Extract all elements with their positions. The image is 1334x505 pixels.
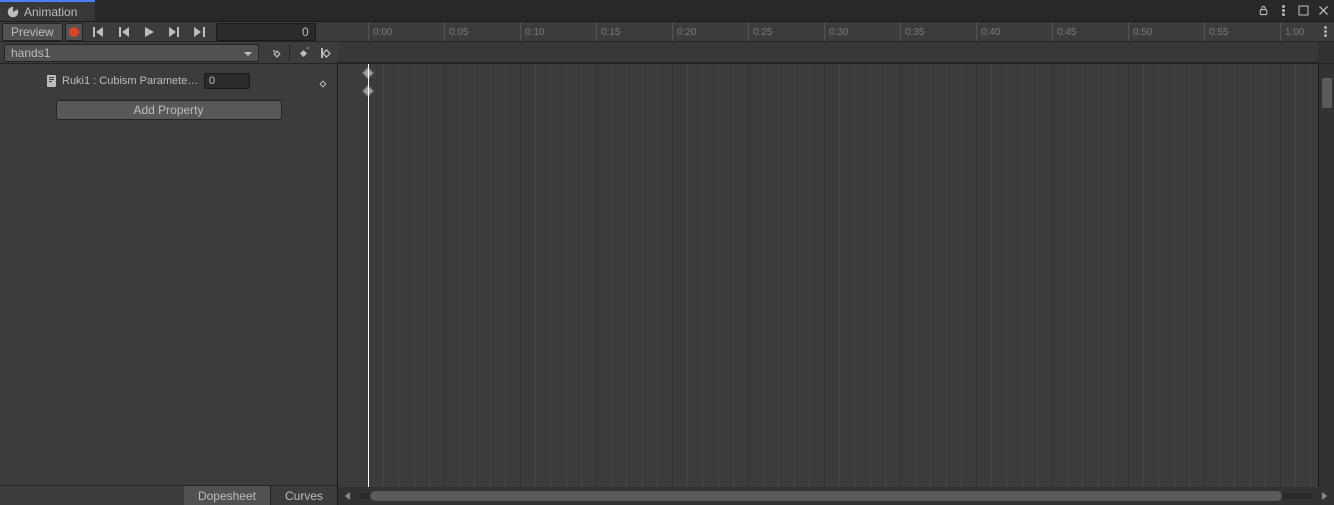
filter-by-selection-button[interactable] [265,44,287,62]
script-icon [46,75,58,87]
ruler-tick: 0:20 [672,22,696,42]
lock-icon[interactable] [1254,2,1272,20]
pie-icon [6,5,20,19]
add-event-button[interactable] [314,44,336,62]
scroll-left-button[interactable] [340,489,356,503]
record-button[interactable] [65,23,83,41]
record-icon [69,27,79,37]
ruler-tick: 0:55 [1204,22,1228,42]
clip-dropdown[interactable]: hands1 [4,44,259,62]
ruler-tick: 0:40 [976,22,1000,42]
kebab-icon[interactable] [1274,2,1292,20]
ruler-tick: 0:45 [1052,22,1076,42]
scroll-right-button[interactable] [1316,489,1332,503]
last-frame-button[interactable] [187,23,212,41]
add-property-button[interactable]: Add Property [56,100,282,120]
ruler-tick: 0:00 [368,22,392,42]
curves-tab[interactable]: Curves [271,486,337,505]
dope-track-area[interactable] [338,64,1334,487]
tab-title: Animation [24,5,77,19]
horizontal-scrollbar[interactable] [370,491,1282,501]
ruler-tick: 0:50 [1128,22,1152,42]
ruler-tick: 0:05 [444,22,468,42]
event-track[interactable] [338,42,1318,63]
timeline-options-icon[interactable] [1316,23,1334,41]
ruler[interactable]: 0:00 0:05 0:10 0:15 0:20 0:25 0:30 0:35 0:40 0:45… [338,22,1316,42]
ruler-tick: 0:25 [748,22,772,42]
maximize-icon[interactable] [1294,2,1312,20]
ruler-tick: 0:10 [520,22,544,42]
play-button[interactable] [137,23,162,41]
ruler-tick: 0:35 [900,22,924,42]
property-label: Ruki1 : Cubism Parameter.Valu [62,75,200,87]
ruler-tick: 1:00 [1280,22,1304,42]
first-frame-button[interactable] [87,23,112,41]
close-icon[interactable] [1314,2,1332,20]
vertical-scrollbar[interactable] [1322,78,1332,108]
dopesheet-tab[interactable]: Dopesheet [184,486,270,505]
next-frame-button[interactable] [162,23,187,41]
tab-animation[interactable]: Animation [0,0,95,21]
property-value-input[interactable] [204,73,250,89]
add-keyframe-button[interactable]: + [292,44,314,62]
property-row[interactable]: Ruki1 : Cubism Parameter.Valu [0,72,337,90]
ruler-tick: 0:30 [824,22,848,42]
current-frame-input[interactable] [216,23,316,41]
svg-text:+: + [306,47,309,55]
horizontal-scrollbar-track[interactable] [360,493,1312,499]
preview-button[interactable]: Preview [2,23,63,41]
ruler-tick: 0:15 [596,22,620,42]
keyframe-indicator-icon[interactable] [319,77,327,85]
prev-frame-button[interactable] [112,23,137,41]
